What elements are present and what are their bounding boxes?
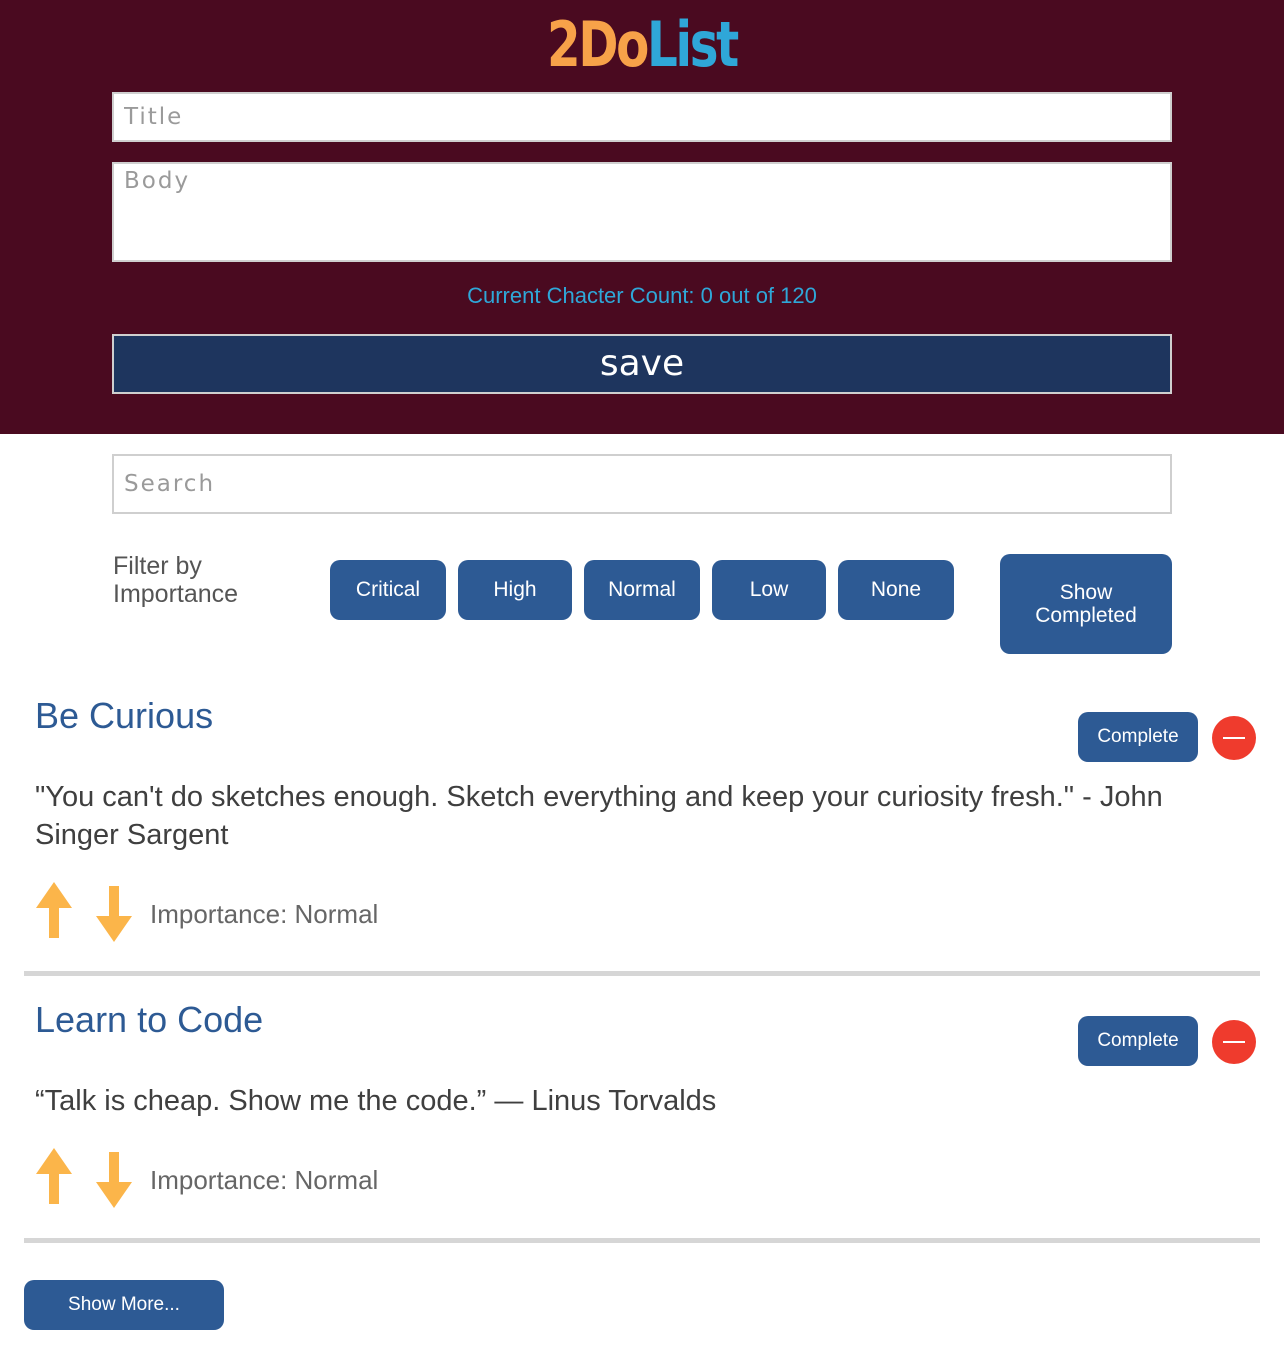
importance-label: Importance: Normal (150, 1165, 379, 1195)
character-count: Current Chacter Count: 0 out of 120 (467, 283, 817, 308)
todo-title[interactable]: Be Curious (35, 694, 213, 738)
minus-circle-icon[interactable] (1212, 1020, 1256, 1064)
todo-body[interactable]: "You can't do sketches enough. Sketch ev… (35, 778, 1235, 854)
title-input[interactable] (112, 92, 1172, 142)
app-header: 2DoList Current Chacter Count: 0 out of … (0, 0, 1284, 434)
card-divider (24, 971, 1260, 976)
arrow-down-icon[interactable] (94, 884, 134, 944)
logo-part-2do: 2Do (547, 8, 649, 81)
todo-body[interactable]: “Talk is cheap. Show me the code.” ― Lin… (35, 1082, 1235, 1120)
filter-label: Filter by Importance (113, 552, 239, 608)
card-divider (24, 1238, 1260, 1243)
filter-high-button[interactable]: High (458, 560, 572, 620)
importance-label: Importance: Normal (150, 899, 379, 929)
arrow-down-icon[interactable] (94, 1150, 134, 1210)
filter-critical-button[interactable]: Critical (330, 560, 446, 620)
todo-card: Be Curious Complete "You can't do sketch… (24, 694, 1260, 978)
todo-card: Learn to Code Complete “Talk is cheap. S… (24, 998, 1260, 1246)
show-completed-button[interactable]: Show Completed (1000, 554, 1172, 654)
todo-title[interactable]: Learn to Code (35, 998, 263, 1042)
filter-normal-button[interactable]: Normal (584, 560, 700, 620)
arrow-up-icon[interactable] (34, 1146, 74, 1206)
search-input[interactable] (112, 454, 1172, 514)
logo-part-list: List (647, 8, 739, 81)
arrow-up-icon[interactable] (34, 880, 74, 940)
complete-button[interactable]: Complete (1078, 712, 1198, 762)
complete-button[interactable]: Complete (1078, 1016, 1198, 1066)
app-logo: 2DoList (141, 8, 1143, 82)
save-button[interactable]: save (112, 334, 1172, 394)
filter-none-button[interactable]: None (838, 560, 954, 620)
show-more-button[interactable]: Show More... (24, 1280, 224, 1330)
filter-low-button[interactable]: Low (712, 560, 826, 620)
body-input[interactable] (112, 162, 1172, 262)
minus-circle-icon[interactable] (1212, 716, 1256, 760)
